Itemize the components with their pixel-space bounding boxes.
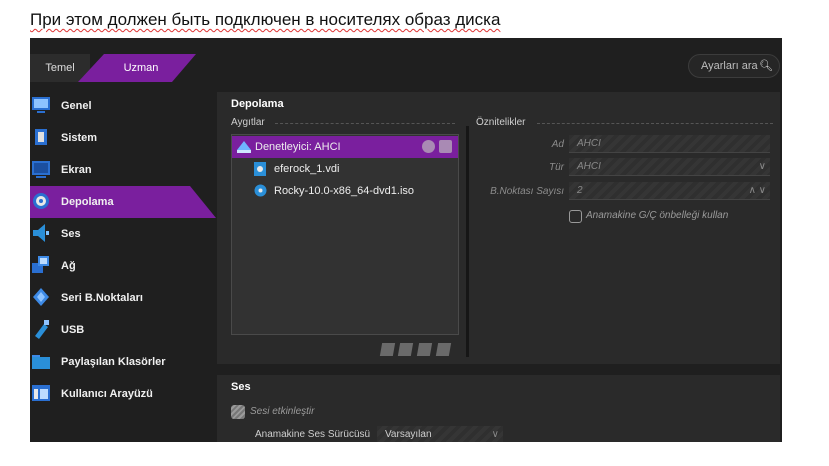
controller-label: Denetleyici: AHCI	[255, 141, 341, 153]
display-icon	[32, 161, 50, 178]
ui-window-icon	[32, 385, 50, 401]
devices-separator	[275, 123, 455, 124]
controller-icon	[237, 141, 251, 153]
host-cache-checkbox[interactable]	[569, 210, 582, 223]
chip-icon	[35, 129, 47, 145]
sidebar-item-label: USB	[61, 324, 85, 336]
chevron-down-icon: ∨	[491, 429, 499, 440]
host-cache-label: Anamakine G/Ç önbelleği kullan	[586, 210, 729, 221]
tree-row-controller[interactable]: Denetleyici: AHCI	[232, 136, 458, 158]
storage-panel: Depolama Aygıtlar Öznitelikler Denetleyi…	[217, 92, 780, 364]
tree-row-disk[interactable]: eferock_1.vdi	[232, 158, 458, 180]
name-value: AHCI	[577, 138, 601, 149]
remove-controller-icon[interactable]	[435, 343, 452, 356]
tree-row-optical[interactable]: Rocky-10.0-x86_64-dvd1.iso	[232, 180, 458, 202]
sidebar-item-serial-ports[interactable]: Seri B.Noktaları	[30, 282, 216, 314]
sidebar-item-system[interactable]: Sistem	[30, 122, 216, 154]
type-value: AHCI	[577, 161, 601, 172]
audio-title: Ses	[231, 381, 251, 393]
tab-expert[interactable]: Uzman	[78, 54, 196, 82]
sidebar-item-label: Seri B.Noktaları	[61, 292, 143, 304]
mode-tabs: Temel Uzman	[30, 54, 200, 82]
attributes-separator	[537, 123, 773, 124]
attributes-label: Öznitelikler	[476, 117, 526, 128]
type-label: Tür	[549, 162, 564, 173]
audio-panel: Ses Sesi etkinleştir Anamakine Ses Sürüc…	[217, 375, 780, 442]
sidebar: Genel Sistem Ekran Depolama Ses Ağ Seri …	[30, 90, 216, 410]
search-input[interactable]: Ayarları ara 🔍︎	[688, 54, 780, 78]
ports-label: B.Noktası Sayısı	[490, 186, 564, 197]
search-icon: 🔍︎	[759, 60, 773, 72]
storage-device-tree[interactable]: Denetleyici: AHCI eferock_1.vdi Rocky-10…	[231, 134, 459, 335]
host-driver-label: Anamakine Ses Sürücüsü	[255, 429, 371, 440]
add-optical-drive-icon[interactable]	[422, 140, 435, 153]
network-icon	[32, 256, 49, 273]
disk-label: eferock_1.vdi	[274, 163, 340, 175]
sidebar-item-label: Kullanıcı Arayüzü	[61, 388, 153, 400]
enable-audio-label: Sesi etkinleştir	[250, 406, 315, 417]
sidebar-item-label: Ses	[61, 228, 81, 240]
hard-disk-icon	[254, 162, 266, 176]
sidebar-item-label: Sistem	[61, 132, 98, 144]
usb-icon	[35, 320, 49, 339]
storage-title: Depolama	[231, 98, 284, 110]
panel-splitter[interactable]	[466, 126, 469, 357]
sidebar-item-label: Genel	[61, 100, 92, 112]
sidebar-item-label: Ağ	[61, 260, 76, 272]
enable-audio-checkbox[interactable]	[231, 405, 245, 419]
sidebar-item-label: Paylaşılan Klasörler	[61, 356, 166, 368]
ports-spinbox[interactable]: 2 ∧ ∨	[569, 182, 770, 200]
add-hard-disk-icon[interactable]	[439, 140, 452, 153]
sidebar-item-label: Depolama	[61, 196, 114, 208]
speaker-icon	[33, 224, 49, 242]
serial-port-icon	[33, 288, 49, 306]
sidebar-item-network[interactable]: Ağ	[30, 250, 216, 282]
sidebar-item-display[interactable]: Ekran	[30, 154, 216, 186]
search-placeholder: Ayarları ara	[701, 60, 758, 72]
name-label: Ad	[551, 139, 564, 150]
name-field[interactable]: AHCI	[569, 135, 770, 153]
monitor-icon	[32, 97, 50, 113]
host-driver-select[interactable]: Varsayılan ∨	[377, 426, 503, 442]
sidebar-item-label: Ekran	[61, 164, 92, 176]
devices-label: Aygıtlar	[231, 117, 265, 128]
sidebar-item-audio[interactable]: Ses	[30, 218, 216, 250]
add-controller-icon[interactable]	[416, 343, 433, 356]
document-caption: При этом должен быть подключен в носител…	[30, 10, 501, 29]
ports-value: 2	[577, 185, 583, 196]
add-attachment-icon[interactable]	[379, 343, 396, 356]
host-driver-value: Varsayılan	[385, 429, 432, 440]
type-select[interactable]: AHCI ∨	[569, 158, 770, 176]
sidebar-item-usb[interactable]: USB	[30, 314, 216, 346]
optical-disc-icon	[254, 184, 267, 197]
settings-window: Temel Uzman Ayarları ara 🔍︎ Genel Sistem…	[30, 38, 782, 442]
storage-disc-icon	[33, 193, 49, 209]
chevron-down-icon: ∨	[758, 161, 766, 172]
folder-icon	[32, 355, 50, 369]
remove-attachment-icon[interactable]	[397, 343, 414, 356]
iso-label: Rocky-10.0-x86_64-dvd1.iso	[274, 185, 415, 197]
sidebar-item-general[interactable]: Genel	[30, 90, 216, 122]
spin-arrows-icon[interactable]: ∧ ∨	[749, 185, 766, 196]
tab-basic[interactable]: Temel	[30, 54, 90, 82]
sidebar-item-storage[interactable]: Depolama	[30, 186, 216, 218]
sidebar-item-user-interface[interactable]: Kullanıcı Arayüzü	[30, 378, 216, 410]
sidebar-item-shared-folders[interactable]: Paylaşılan Klasörler	[30, 346, 216, 378]
